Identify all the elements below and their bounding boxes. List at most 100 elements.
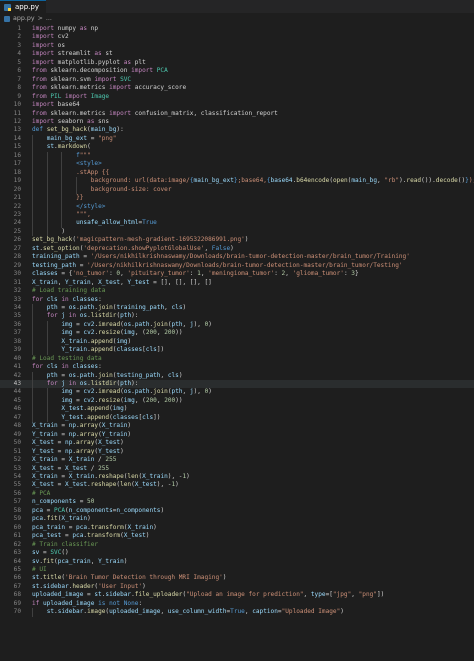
code-line[interactable]: 43 for j in os.listdir(pth): (0, 380, 474, 389)
code-line[interactable]: 13 def set_bg_hack(main_bg): (0, 126, 474, 134)
code-line[interactable]: 49 Y_train = np.array(Y_train) (0, 431, 474, 439)
code-line[interactable]: 20 background-size: cover (0, 185, 474, 195)
code-line[interactable]: 12 import seaborn as sns (0, 118, 474, 126)
code-line[interactable]: 52 X_train = X_train / 255 (0, 456, 474, 464)
line-number: 8 (17, 84, 21, 92)
code-token: import (32, 58, 55, 66)
code-line[interactable]: 44 img = cv2.imread(os.path.join(pth, j),… (0, 388, 474, 397)
code-token: len (127, 473, 139, 481)
code-line[interactable]: 21}} (0, 194, 474, 203)
code-line[interactable]: 51 Y_test = np.array(Y_test) (0, 448, 474, 456)
code-line[interactable]: 53 X_test = X_test / 255 (0, 465, 474, 473)
code-line[interactable]: 68 uploaded_image = st.sidebar.file_uploa… (0, 591, 474, 599)
code-line[interactable]: 61 pca_test = pca.transform(X_test) (0, 532, 474, 540)
code-line[interactable]: 36 img = cv2.imread(os.path.join(pth, j),… (0, 320, 474, 330)
code-line[interactable]: 8 from sklearn.metrics import accuracy_sc… (0, 84, 474, 92)
tab-app-py[interactable]: app.py (0, 0, 46, 13)
code-line[interactable]: 41 for cls in classes: (0, 363, 474, 371)
code-line[interactable]: 28 training_path = '/Users/nikhilkrishnas… (0, 253, 474, 261)
breadcrumb-more[interactable]: ... (46, 15, 52, 22)
code-line[interactable]: 35 for j in os.listdir(pth): (0, 312, 474, 321)
code-line[interactable]: 3 import os (0, 42, 474, 50)
line-number: 54 (13, 473, 21, 481)
code-token: X_train (127, 523, 154, 531)
code-line[interactable]: 24 unsafe_allow_html=True (0, 219, 474, 228)
code-line[interactable]: 60 pca_train = pca.transform(X_train) (0, 524, 474, 532)
code-line[interactable]: 32 # Load training data (0, 287, 474, 295)
code-line[interactable]: 50 X_test = np.array(X_test) (0, 439, 474, 447)
code-line[interactable]: 45 img = cv2.resize(img, (200, 200)) (0, 396, 474, 406)
code-token: img (116, 337, 128, 345)
code-line[interactable]: 42 pth = os.path.join(testing_path, cls) (0, 371, 474, 381)
code-line[interactable]: 69 if uploaded_image is not None: (0, 600, 474, 608)
code-line[interactable]: 29 testing_path = '/Users/nikhilkrishnasw… (0, 262, 474, 270)
code-line[interactable]: 40 # Load testing data (0, 355, 474, 363)
code-token: ;base64, (237, 177, 267, 185)
code-token: "png" (358, 591, 377, 599)
code-line[interactable]: 34 pth = os.path.join(training_path, cls) (0, 303, 474, 313)
code-line[interactable]: 47 Y_test.append(classes[cls]) (0, 413, 474, 423)
code-token: = (57, 303, 69, 311)
code-line[interactable]: 57 n_components = 50 (0, 498, 474, 506)
code-line[interactable]: 64 sv.fit(pca_train, Y_train) (0, 558, 474, 566)
code-line[interactable]: 56 # PCA (0, 490, 474, 498)
code-line[interactable]: 37 img = cv2.resize(img, (200, 200)) (0, 329, 474, 338)
code-line[interactable]: 18 .stApp {{ (0, 168, 474, 178)
code-line[interactable]: 58 pca = PCA(n_components=n_components) (0, 507, 474, 515)
code-line[interactable]: 31 X_train, Y_train, X_test, Y_test = [],… (0, 279, 474, 287)
code-line[interactable]: 1 import numpy as np (0, 25, 474, 33)
code-text: pth = os.path.join(testing_path, cls) (32, 372, 183, 380)
code-line[interactable]: 4 import streamlit as st (0, 50, 474, 58)
code-token: = (54, 439, 66, 447)
code-line[interactable]: 67 st.sidebar.header('User Input') (0, 583, 474, 591)
code-line[interactable]: 66 st.title('Brain Tumor Detection throug… (0, 574, 474, 582)
code-token: ) (230, 244, 234, 252)
code-line[interactable]: 10 import base64 (0, 101, 474, 109)
code-text: st.sidebar.image(uploaded_image, use_col… (32, 608, 344, 616)
code-line[interactable]: 15 st.markdown( (0, 143, 474, 152)
code-line[interactable]: 14 main_bg_ext = "png" (0, 134, 474, 144)
code-line[interactable]: 54 X_train = X_train.reshape(len(X_train)… (0, 473, 474, 481)
code-line[interactable]: 22 </style> (0, 202, 474, 211)
code-line[interactable]: 65 # UI (0, 566, 474, 574)
breadcrumb-file[interactable]: app.py (13, 15, 35, 22)
code-line[interactable]: 63 sv = SVC() (0, 549, 474, 557)
code-line[interactable]: 25) (0, 227, 474, 237)
code-token: array (76, 439, 95, 447)
code-text: # Load training data (32, 287, 105, 295)
code-line[interactable]: 9 from PIL import Image (0, 93, 474, 101)
code-line[interactable]: 6 from sklearn.decomposition import PCA (0, 67, 474, 75)
code-line[interactable]: 30 classes = {'no_tumor': 0, 'pituitary_t… (0, 270, 474, 278)
code-line[interactable]: 5 import matplotlib.pyplot as plt (0, 59, 474, 67)
code-token: image (87, 608, 106, 616)
code-line[interactable]: 70 st.sidebar.image(uploaded_image, use_c… (0, 608, 474, 617)
code-line[interactable]: 26 set_bg_hack('magicpattern-mesh-gradien… (0, 236, 474, 244)
code-line[interactable]: 38 X_train.append(img) (0, 337, 474, 347)
code-token: "Upload an image for prediction" (186, 591, 304, 599)
code-token: pth (120, 312, 132, 320)
line-number: 21 (13, 194, 21, 202)
code-line[interactable]: 62 # Train classifier (0, 541, 474, 549)
code-token: ) (175, 481, 179, 489)
code-line[interactable]: 27 st.set_option('deprecation.showPyplotG… (0, 245, 474, 253)
code-token: ): (131, 312, 139, 320)
code-line[interactable]: 59 pca.fit(X_train) (0, 515, 474, 523)
line-number: 4 (17, 50, 21, 58)
code-line[interactable]: 7 from sklearn.svm import SVC (0, 76, 474, 84)
code-line[interactable]: 23 """, (0, 210, 474, 220)
code-line[interactable]: 46 X_test.append(img) (0, 405, 474, 414)
code-line[interactable]: 2 import cv2 (0, 33, 474, 41)
code-line[interactable]: 55 X_test = X_test.reshape(len(X_test), -… (0, 481, 474, 489)
code-text: classes = {'no_tumor': 0, 'pituitary_tum… (32, 270, 359, 278)
code-line[interactable]: 39 Y_train.append(classes[cls]) (0, 346, 474, 355)
code-token: ): (131, 380, 139, 388)
code-editor[interactable]: 1 import numpy as np 2 import cv2 3 import os… (0, 25, 474, 661)
code-line[interactable]: 17 <style> (0, 160, 474, 169)
code-token: path (79, 303, 95, 311)
code-line[interactable]: 11 from sklearn.metrics import confusion_… (0, 110, 474, 118)
code-line[interactable]: 19 background: url(data:image/{main_bg_ex… (0, 177, 474, 186)
code-line[interactable]: 16 f""" (0, 151, 474, 161)
code-line[interactable]: 48 X_train = np.array(X_train) (0, 422, 474, 430)
code-line[interactable]: 33 for cls in classes: (0, 296, 474, 304)
code-text: sv.fit(pca_train, Y_train) (32, 558, 127, 566)
